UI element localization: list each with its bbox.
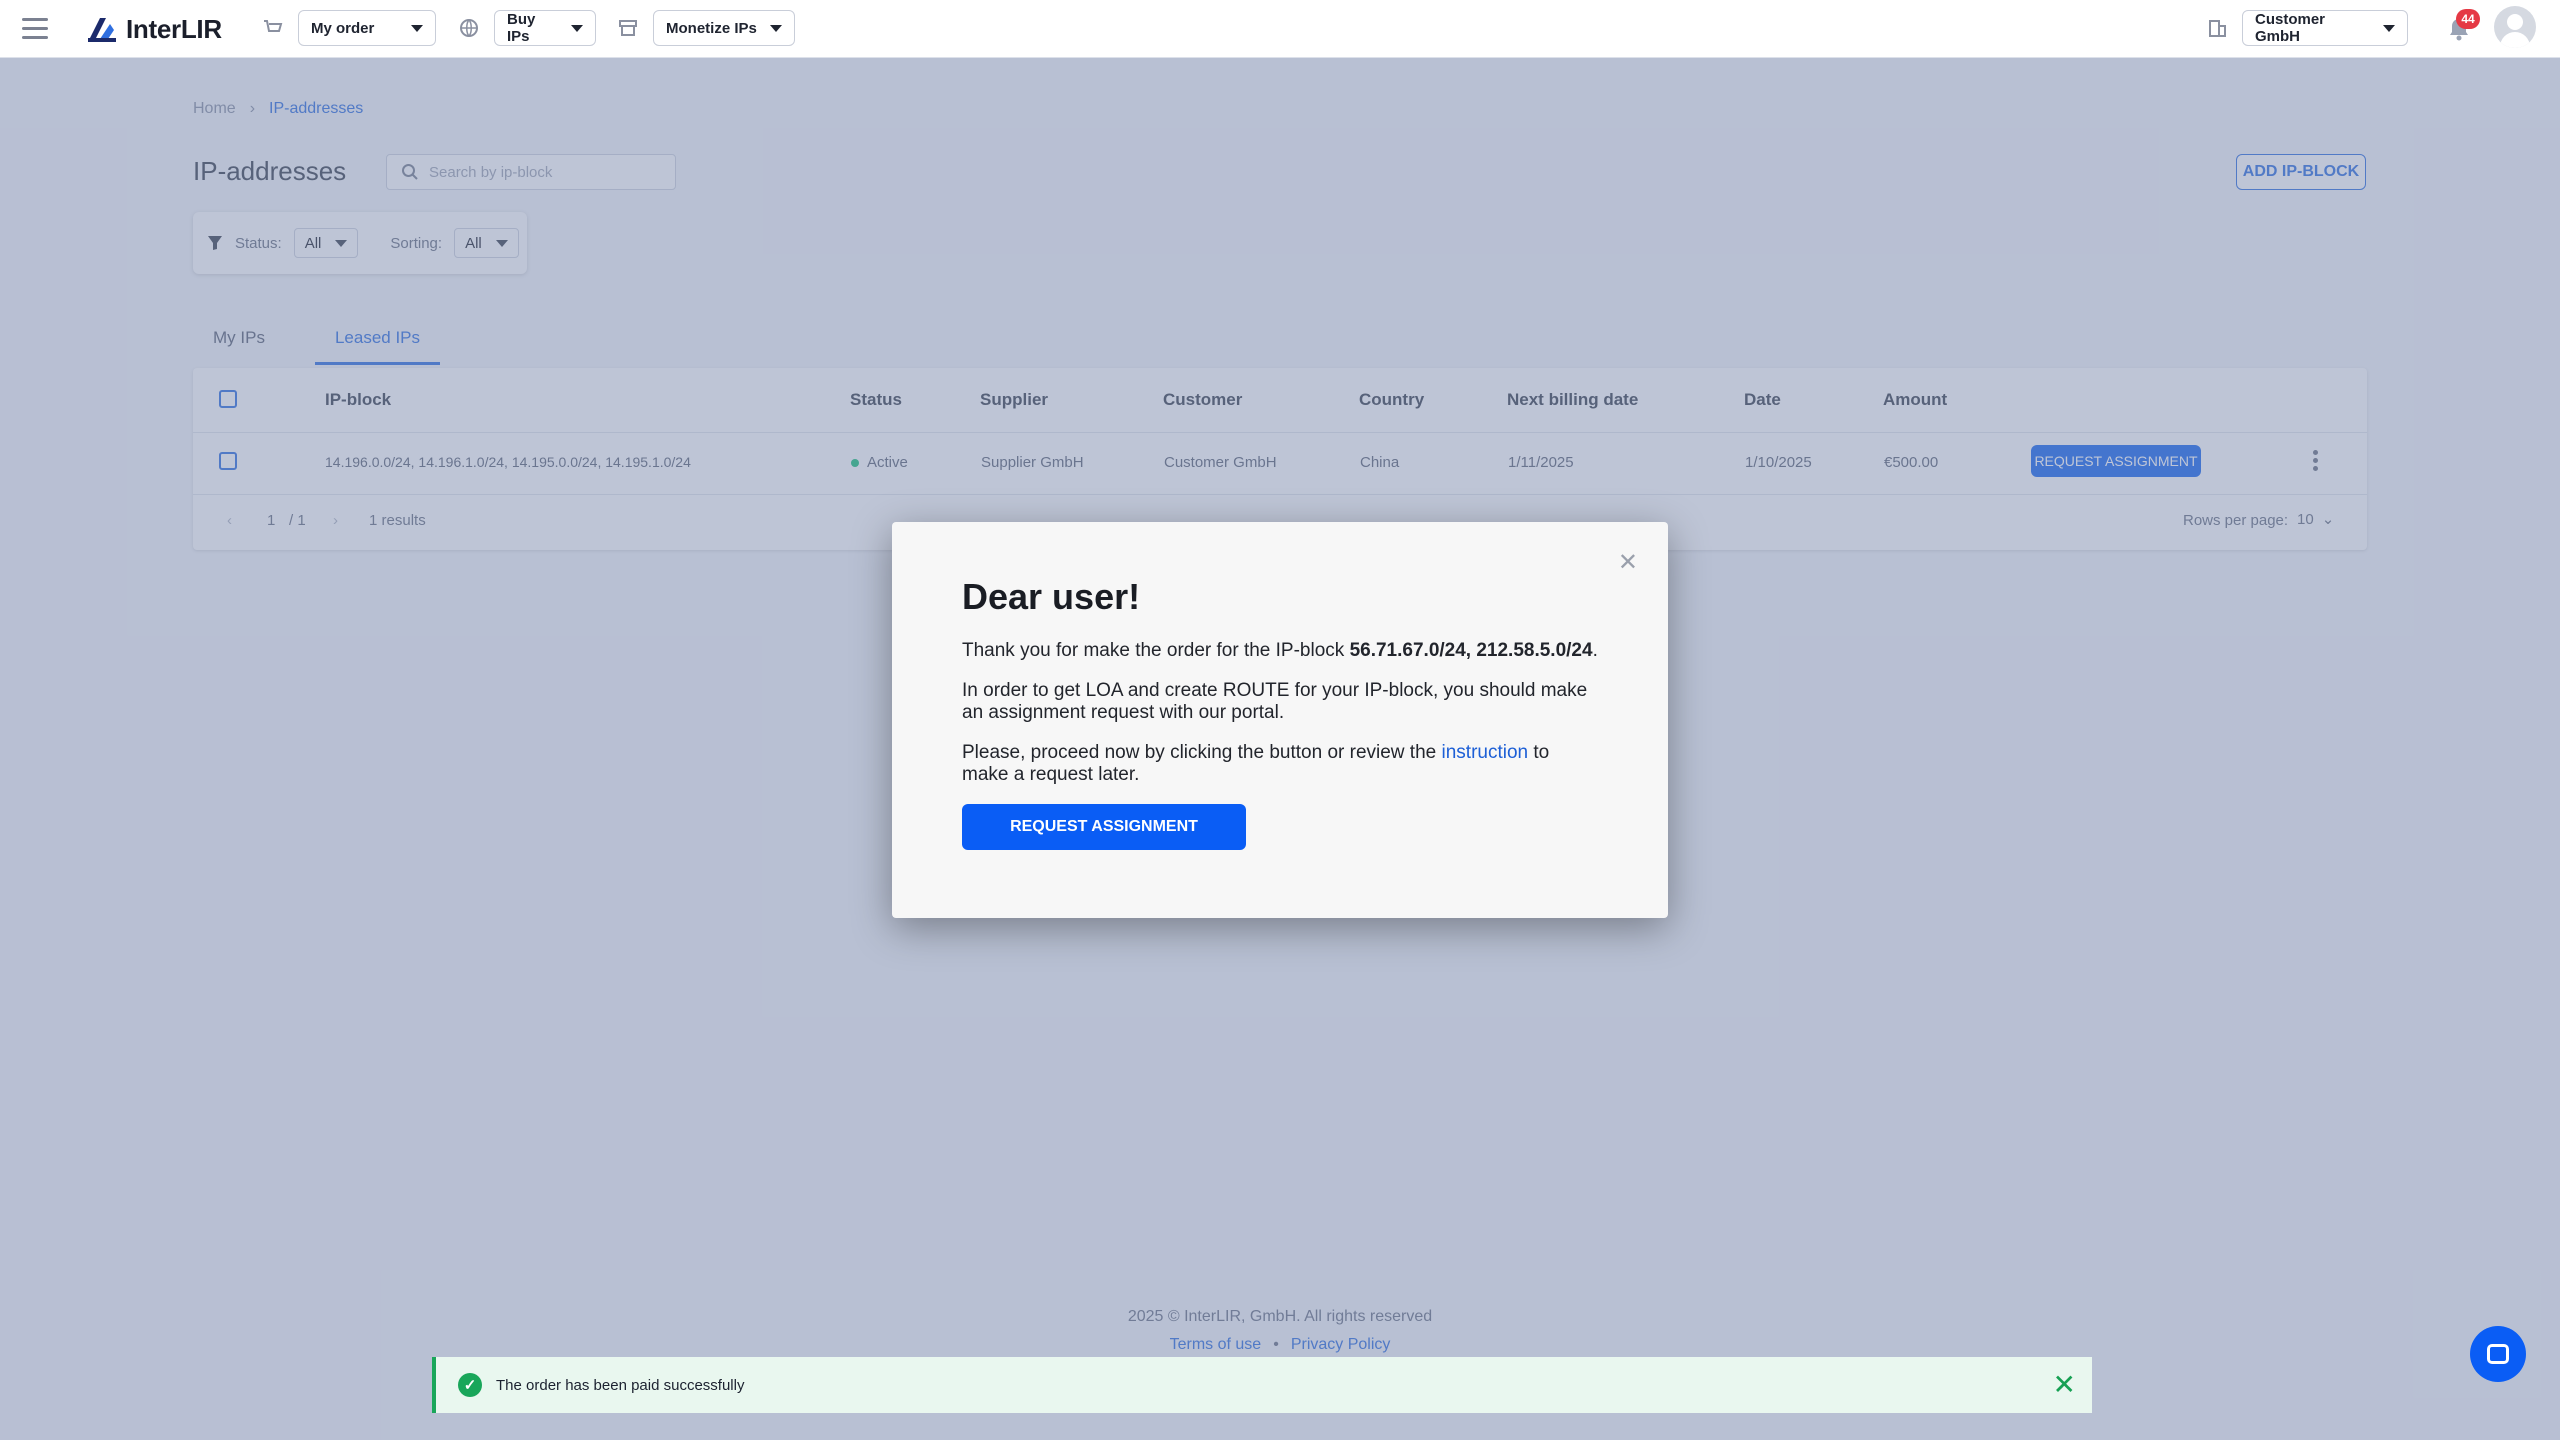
- buy-ips-group: Buy IPs: [458, 10, 596, 46]
- company-dropdown[interactable]: Customer GmbH: [2242, 10, 2408, 46]
- logo[interactable]: InterLIR: [84, 14, 222, 45]
- logo-text: InterLIR: [126, 14, 222, 44]
- modal-paragraph-proceed: Please, proceed now by clicking the butt…: [962, 742, 1598, 786]
- request-assignment-button[interactable]: REQUEST ASSIGNMENT: [962, 804, 1246, 850]
- order-modal: ✕ Dear user! Thank you for make the orde…: [892, 522, 1668, 918]
- modal-p1-suffix: .: [1592, 640, 1598, 661]
- toast-message: The order has been paid successfully: [496, 1376, 745, 1394]
- close-icon[interactable]: ✕: [2053, 1371, 2076, 1399]
- my-order-label: My order: [311, 19, 375, 37]
- building-icon: [2206, 17, 2228, 39]
- store-icon: [617, 17, 639, 39]
- chevron-down-icon: [2383, 24, 2395, 32]
- modal-ip-blocks: 56.71.67.0/24, 212.58.5.0/24: [1349, 640, 1593, 661]
- buy-ips-dropdown[interactable]: Buy IPs: [494, 10, 596, 46]
- globe-icon: [458, 17, 480, 39]
- chevron-down-icon: [411, 24, 423, 32]
- buy-ips-label: Buy IPs: [507, 11, 536, 45]
- company-group: Customer GmbH: [2206, 10, 2408, 46]
- chat-button[interactable]: [2470, 1326, 2526, 1382]
- notification-badge: 44: [2456, 9, 2480, 29]
- my-order-dropdown[interactable]: My order: [298, 10, 436, 46]
- close-icon[interactable]: ✕: [1618, 548, 1638, 577]
- instruction-link[interactable]: instruction: [1442, 742, 1529, 763]
- interlir-logo-icon: [88, 17, 116, 42]
- cart-icon: [262, 17, 284, 39]
- monetize-ips-group: Monetize IPs: [617, 10, 795, 46]
- monetize-ips-dropdown[interactable]: Monetize IPs: [653, 10, 795, 46]
- modal-paragraph-loa: In order to get LOA and create ROUTE for…: [962, 680, 1588, 723]
- monetize-ips-label: Monetize IPs: [666, 19, 757, 37]
- modal-title: Dear user!: [962, 576, 1141, 617]
- top-bar: InterLIR My order Buy IPs Monetize IPs C…: [0, 0, 2560, 58]
- modal-p3-prefix: Please, proceed now by clicking the butt…: [962, 742, 1442, 763]
- chevron-down-icon: [770, 24, 782, 32]
- modal-p1-prefix: Thank you for make the order for the IP-…: [962, 640, 1350, 661]
- avatar[interactable]: [2494, 6, 2536, 48]
- my-order-group: My order: [262, 10, 436, 46]
- chevron-down-icon: [571, 24, 583, 32]
- menu-icon[interactable]: [22, 18, 48, 40]
- chat-icon: [2487, 1344, 2509, 1364]
- company-label: Customer GmbH: [2255, 11, 2326, 45]
- success-toast: ✓ The order has been paid successfully ✕: [432, 1357, 2092, 1413]
- check-circle-icon: ✓: [458, 1373, 482, 1397]
- modal-paragraph-order: Thank you for make the order for the IP-…: [962, 640, 1598, 662]
